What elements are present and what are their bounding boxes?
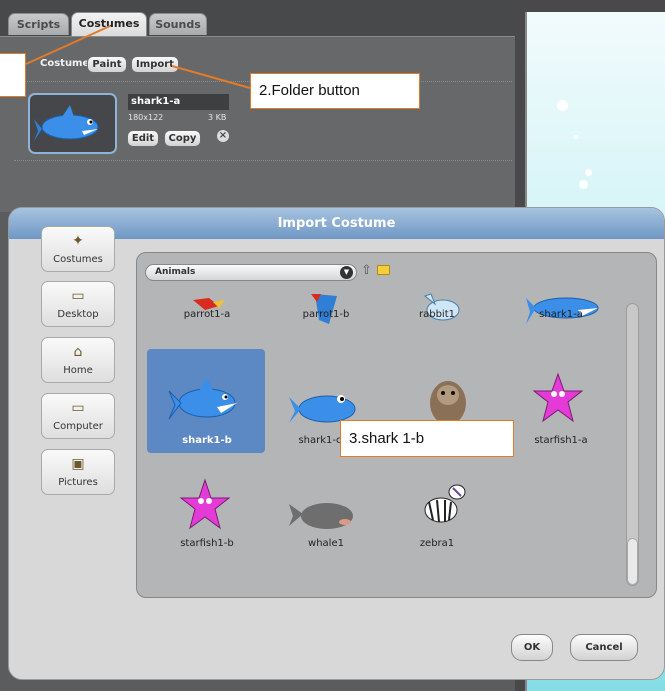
up-arrow-icon[interactable]: ⇧ [361, 263, 372, 278]
folder-icon: ▭ [71, 288, 85, 304]
home-icon: ⌂ [73, 344, 83, 360]
shark-icon[interactable] [167, 373, 247, 429]
item-label: shark1-a [539, 309, 583, 320]
sidebar-item-label: Pictures [58, 477, 98, 488]
zebra-icon[interactable] [417, 480, 471, 532]
item-label: starfish1-a [534, 435, 588, 446]
sidebar-item-home[interactable]: ⌂ Home [41, 337, 115, 383]
item-label: rabbit1 [419, 309, 455, 320]
item-label: whale1 [308, 538, 344, 549]
ok-button[interactable]: OK [511, 634, 553, 661]
sidebar-item-desktop[interactable]: ▭ Desktop [41, 281, 115, 327]
starfish-icon[interactable] [179, 478, 231, 532]
item-label: shark1-b [182, 435, 232, 446]
sidebar-item-pictures[interactable]: ▣ Pictures [41, 449, 115, 495]
folder-dropdown[interactable]: Animals ▼ [145, 264, 357, 281]
sidebar-item-costumes[interactable]: ✦ Costumes [41, 226, 115, 272]
sidebar-item-label: Desktop [57, 309, 99, 320]
item-label: starfish1-b [180, 538, 234, 549]
squirrel-icon[interactable] [425, 373, 471, 427]
shark-callout: 3.shark 1-b [340, 420, 514, 457]
folder-icon: ▭ [71, 400, 85, 416]
item-label: parrot1-a [183, 309, 231, 320]
sidebar-item-label: Computer [53, 421, 103, 432]
folder-button-callout: 2.Folder button [250, 73, 420, 109]
pictures-icon: ▣ [71, 456, 85, 472]
scrollbar-thumb[interactable] [627, 538, 638, 585]
sidebar-item-label: Costumes [53, 254, 103, 265]
sidebar-item-label: Home [63, 365, 93, 376]
starfish-icon[interactable] [533, 372, 583, 424]
chevron-down-icon: ▼ [340, 266, 353, 279]
costumes-icon: ✦ [72, 233, 84, 249]
folder-dropdown-value: Animals [155, 267, 196, 277]
cancel-button[interactable]: Cancel [570, 634, 638, 661]
sidebar-item-computer[interactable]: ▭ Computer [41, 393, 115, 439]
new-folder-icon[interactable] [377, 265, 390, 275]
item-label: zebra1 [419, 538, 455, 549]
import-costume-dialog: Import Costume ✦ Costumes ▭ Desktop ⌂ Ho… [8, 207, 665, 680]
item-label: parrot1-b [302, 309, 350, 320]
whale-icon[interactable] [287, 498, 357, 532]
